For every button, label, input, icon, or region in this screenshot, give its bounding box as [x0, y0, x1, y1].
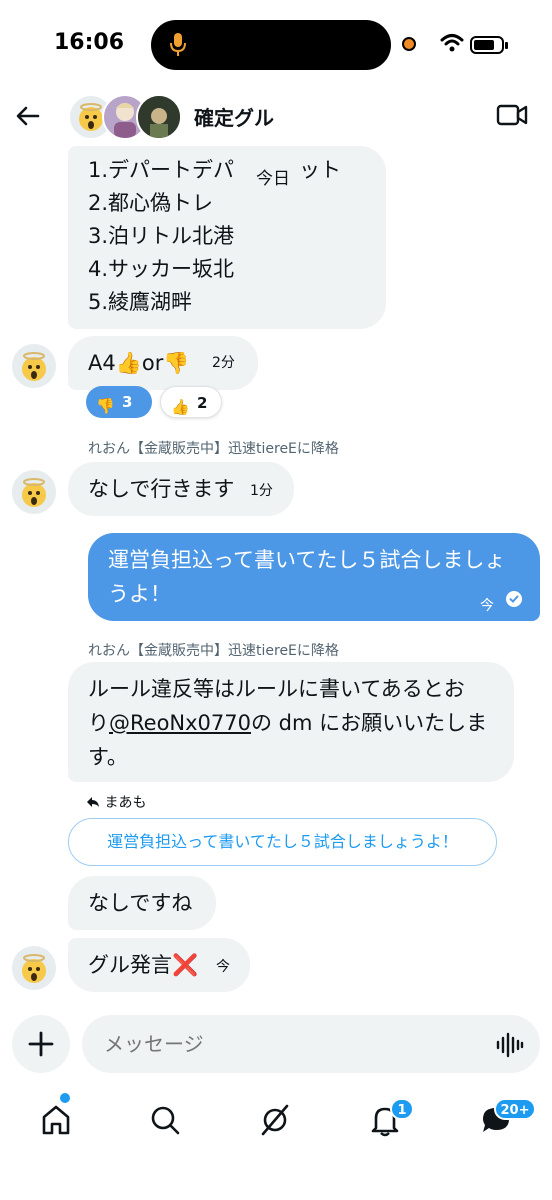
message-time: 1分 — [250, 483, 273, 499]
thumbs-up-icon: 👍 — [171, 398, 190, 416]
home-unread-dot — [60, 1093, 70, 1103]
read-check-icon — [506, 591, 522, 607]
message-text: ルール違反等はルールに書いてあるとお — [88, 677, 465, 701]
message-text: グル発言❌ — [88, 953, 199, 977]
reply-label: まあも — [104, 795, 147, 811]
reaction-thumbs-down[interactable]: 👎 3 — [86, 386, 152, 418]
message-text-line: り@ReoNx0770の dm にお願いいたしま — [88, 711, 488, 735]
sender-avatar[interactable] — [12, 344, 56, 388]
microphone-icon — [170, 33, 186, 56]
mention-link[interactable]: @ReoNx0770 — [109, 711, 251, 735]
voice-message-icon[interactable] — [496, 1032, 524, 1058]
quoted-message[interactable]: 運営負担込って書いてたし５試合しましょうよ！ — [68, 818, 497, 866]
own-message-bubble[interactable]: 運営負担込って書いてたし５試合しましょ うよ！ 今 — [88, 533, 540, 621]
dynamic-island — [151, 20, 391, 70]
reply-arrow-icon — [87, 797, 99, 807]
message-time: 今 — [216, 959, 230, 975]
notifications-badge: 1 — [390, 1098, 414, 1120]
message-text: す。 — [88, 745, 128, 769]
messages-badge: 20+ — [494, 1098, 536, 1120]
group-avatars[interactable] — [68, 94, 183, 140]
status-bar: 16:06 — [0, 0, 552, 90]
grok-icon[interactable] — [255, 1100, 295, 1140]
list-item: 5.綾鷹湖畔 — [88, 290, 193, 314]
message-text: A4👍or👎 — [88, 351, 190, 375]
thumbs-down-icon: 👎 — [96, 397, 115, 415]
plus-icon — [28, 1031, 54, 1057]
list-item: 1.デパートデパ ケット — [88, 158, 342, 182]
message-time: 今 — [480, 598, 494, 614]
group-name[interactable]: 確定グル — [194, 102, 274, 131]
reaction-count: 3 — [122, 393, 133, 411]
list-item: 4.サッカー坂北 — [88, 257, 235, 281]
message-bubble[interactable]: なしですね — [68, 876, 216, 930]
search-icon[interactable] — [145, 1100, 185, 1140]
list-item: 3.泊リトル北港 — [88, 224, 235, 248]
sender-name: れおん【金蔵販売中】迅速tiereEに降格 — [88, 643, 339, 659]
home-icon[interactable] — [36, 1100, 76, 1140]
message-bubble-rules[interactable]: ルール違反等はルールに書いてあるとお り@ReoNx0770の dm にお願いい… — [68, 662, 514, 782]
battery-icon — [470, 36, 508, 54]
conversation-header: 確定グル — [0, 90, 552, 142]
reply-indicator: まあも — [86, 792, 146, 812]
sender-avatar[interactable] — [12, 946, 56, 990]
sender-avatar[interactable] — [12, 470, 56, 514]
add-attachment-button[interactable] — [12, 1015, 70, 1073]
message-text: うよ！ — [108, 582, 171, 606]
message-composer — [0, 1010, 552, 1080]
sender-name: れおん【金蔵販売中】迅速tiereEに降格 — [88, 441, 339, 457]
status-time: 16:06 — [54, 30, 125, 55]
video-call-icon[interactable] — [496, 102, 528, 128]
message-text: 運営負担込って書いてたし５試合しましょ — [108, 548, 506, 572]
message-bubble-list[interactable]: 1.デパートデパ ケット 2.都心偽トレ 3.泊リトル北港 4.サッカー坂北 5.… — [68, 146, 386, 329]
message-time: 2分 — [212, 355, 235, 371]
message-input[interactable] — [82, 1015, 540, 1073]
member-avatar — [136, 94, 182, 140]
message-text: なしで行きます — [88, 477, 235, 501]
message-bubble-poll[interactable]: A4👍or👎 2分 — [68, 336, 258, 390]
date-separator: 今日 — [242, 162, 304, 196]
reaction-count: 2 — [197, 394, 208, 412]
wifi-icon — [440, 34, 464, 52]
back-arrow-icon[interactable] — [12, 100, 44, 132]
recording-indicator-icon — [402, 37, 416, 51]
bottom-tab-bar — [0, 1090, 552, 1150]
message-bubble[interactable]: なしで行きます 1分 — [68, 462, 294, 516]
list-item: 2.都心偽トレ — [88, 191, 214, 215]
message-text: なしですね — [88, 891, 193, 915]
message-bubble[interactable]: グル発言❌ 今 — [68, 938, 250, 992]
reaction-thumbs-up[interactable]: 👍 2 — [160, 386, 222, 418]
